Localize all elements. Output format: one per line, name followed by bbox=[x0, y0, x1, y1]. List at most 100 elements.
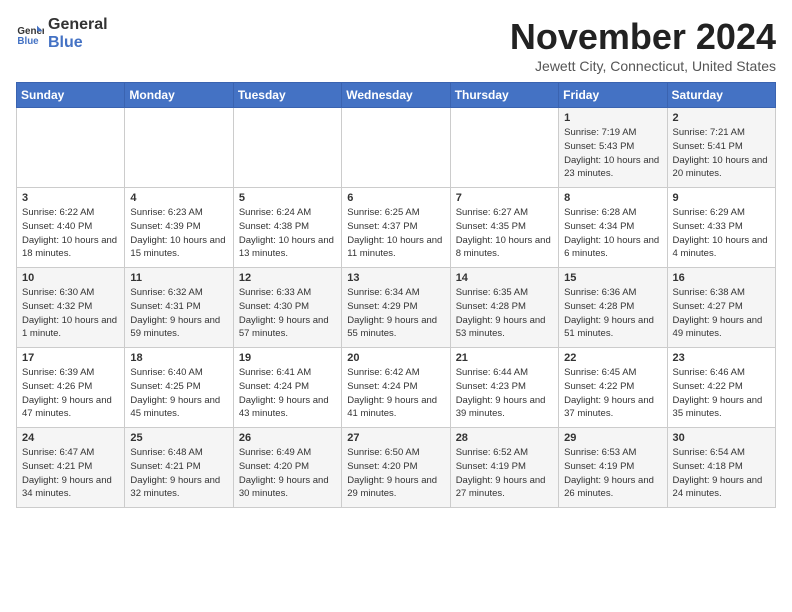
day-number: 25 bbox=[130, 432, 227, 444]
calendar-cell: 18 Sunrise: 6:40 AM Sunset: 4:25 PM Dayli… bbox=[125, 348, 233, 428]
day-number: 3 bbox=[22, 192, 119, 204]
calendar-cell: 7Sunrise: 6:27 AM Sunset: 4:35 PM Daylig… bbox=[450, 188, 558, 268]
day-info: Sunrise: 6:38 AM Sunset: 4:27 PM Dayligh… bbox=[673, 286, 770, 341]
day-info: Sunrise: 6:50 AM Sunset: 4:20 PM Dayligh… bbox=[347, 446, 444, 501]
page-header: General Blue General Blue November 2024 … bbox=[16, 16, 776, 74]
calendar-cell: 19 Sunrise: 6:41 AM Sunset: 4:24 PM Dayli… bbox=[233, 348, 341, 428]
day-info: Sunrise: 6:27 AM Sunset: 4:35 PM Dayligh… bbox=[456, 206, 553, 261]
calendar-week-4: 17 Sunrise: 6:39 AM Sunset: 4:26 PM Dayli… bbox=[17, 348, 776, 428]
day-number: 11 bbox=[130, 272, 227, 284]
calendar-cell: 4 Sunrise: 6:23 AM Sunset: 4:39 PM Daylig… bbox=[125, 188, 233, 268]
month-title: November 2024 bbox=[510, 16, 776, 58]
day-number: 6 bbox=[347, 192, 444, 204]
day-info: Sunrise: 7:19 AM Sunset: 5:43 PM Dayligh… bbox=[564, 126, 661, 181]
day-info: Sunrise: 6:33 AM Sunset: 4:30 PM Dayligh… bbox=[239, 286, 336, 341]
logo-line1: General bbox=[48, 16, 108, 34]
calendar-cell: 30Sunrise: 6:54 AM Sunset: 4:18 PM Dayli… bbox=[667, 428, 775, 508]
day-number: 21 bbox=[456, 352, 553, 364]
day-number: 1 bbox=[564, 112, 661, 124]
title-block: November 2024 Jewett City, Connecticut, … bbox=[510, 16, 776, 74]
day-number: 17 bbox=[22, 352, 119, 364]
day-number: 23 bbox=[673, 352, 770, 364]
calendar-body: 1 Sunrise: 7:19 AM Sunset: 5:43 PM Daylig… bbox=[17, 108, 776, 508]
day-number: 20 bbox=[347, 352, 444, 364]
day-info: Sunrise: 6:30 AM Sunset: 4:32 PM Dayligh… bbox=[22, 286, 119, 341]
calendar-cell: 13 Sunrise: 6:34 AM Sunset: 4:29 PM Dayli… bbox=[342, 268, 450, 348]
calendar-cell: 27 Sunrise: 6:50 AM Sunset: 4:20 PM Dayli… bbox=[342, 428, 450, 508]
day-info: Sunrise: 6:45 AM Sunset: 4:22 PM Dayligh… bbox=[564, 366, 661, 421]
calendar-table: SundayMondayTuesdayWednesdayThursdayFrid… bbox=[16, 82, 776, 508]
calendar-cell: 23 Sunrise: 6:46 AM Sunset: 4:22 PM Dayli… bbox=[667, 348, 775, 428]
day-info: Sunrise: 6:44 AM Sunset: 4:23 PM Dayligh… bbox=[456, 366, 553, 421]
day-number: 19 bbox=[239, 352, 336, 364]
calendar-cell bbox=[233, 108, 341, 188]
calendar-header-row: SundayMondayTuesdayWednesdayThursdayFrid… bbox=[17, 83, 776, 108]
day-info: Sunrise: 7:21 AM Sunset: 5:41 PM Dayligh… bbox=[673, 126, 770, 181]
day-number: 13 bbox=[347, 272, 444, 284]
day-header-wednesday: Wednesday bbox=[342, 83, 450, 108]
calendar-week-5: 24Sunrise: 6:47 AM Sunset: 4:21 PM Dayli… bbox=[17, 428, 776, 508]
day-info: Sunrise: 6:32 AM Sunset: 4:31 PM Dayligh… bbox=[130, 286, 227, 341]
day-number: 15 bbox=[564, 272, 661, 284]
location: Jewett City, Connecticut, United States bbox=[510, 58, 776, 74]
calendar-cell: 8Sunrise: 6:28 AM Sunset: 4:34 PM Daylig… bbox=[559, 188, 667, 268]
calendar-week-3: 10 Sunrise: 6:30 AM Sunset: 4:32 PM Dayli… bbox=[17, 268, 776, 348]
calendar-cell: 28 Sunrise: 6:52 AM Sunset: 4:19 PM Dayli… bbox=[450, 428, 558, 508]
calendar-cell bbox=[125, 108, 233, 188]
day-number: 9 bbox=[673, 192, 770, 204]
calendar-cell: 11 Sunrise: 6:32 AM Sunset: 4:31 PM Dayli… bbox=[125, 268, 233, 348]
day-number: 10 bbox=[22, 272, 119, 284]
day-info: Sunrise: 6:48 AM Sunset: 4:21 PM Dayligh… bbox=[130, 446, 227, 501]
day-info: Sunrise: 6:34 AM Sunset: 4:29 PM Dayligh… bbox=[347, 286, 444, 341]
calendar-cell: 26 Sunrise: 6:49 AM Sunset: 4:20 PM Dayli… bbox=[233, 428, 341, 508]
day-info: Sunrise: 6:28 AM Sunset: 4:34 PM Dayligh… bbox=[564, 206, 661, 261]
day-header-thursday: Thursday bbox=[450, 83, 558, 108]
day-number: 24 bbox=[22, 432, 119, 444]
calendar-cell: 21 Sunrise: 6:44 AM Sunset: 4:23 PM Dayli… bbox=[450, 348, 558, 428]
day-info: Sunrise: 6:40 AM Sunset: 4:25 PM Dayligh… bbox=[130, 366, 227, 421]
day-info: Sunrise: 6:36 AM Sunset: 4:28 PM Dayligh… bbox=[564, 286, 661, 341]
calendar-cell: 25 Sunrise: 6:48 AM Sunset: 4:21 PM Dayli… bbox=[125, 428, 233, 508]
day-number: 16 bbox=[673, 272, 770, 284]
day-info: Sunrise: 6:41 AM Sunset: 4:24 PM Dayligh… bbox=[239, 366, 336, 421]
day-number: 12 bbox=[239, 272, 336, 284]
calendar-cell: 29 Sunrise: 6:53 AM Sunset: 4:19 PM Dayli… bbox=[559, 428, 667, 508]
calendar-week-1: 1 Sunrise: 7:19 AM Sunset: 5:43 PM Daylig… bbox=[17, 108, 776, 188]
day-number: 5 bbox=[239, 192, 336, 204]
calendar-cell: 12 Sunrise: 6:33 AM Sunset: 4:30 PM Dayli… bbox=[233, 268, 341, 348]
day-info: Sunrise: 6:35 AM Sunset: 4:28 PM Dayligh… bbox=[456, 286, 553, 341]
day-info: Sunrise: 6:53 AM Sunset: 4:19 PM Dayligh… bbox=[564, 446, 661, 501]
day-info: Sunrise: 6:49 AM Sunset: 4:20 PM Dayligh… bbox=[239, 446, 336, 501]
day-info: Sunrise: 6:23 AM Sunset: 4:39 PM Dayligh… bbox=[130, 206, 227, 261]
day-number: 4 bbox=[130, 192, 227, 204]
svg-text:Blue: Blue bbox=[17, 35, 39, 46]
day-info: Sunrise: 6:29 AM Sunset: 4:33 PM Dayligh… bbox=[673, 206, 770, 261]
day-info: Sunrise: 6:39 AM Sunset: 4:26 PM Dayligh… bbox=[22, 366, 119, 421]
day-number: 29 bbox=[564, 432, 661, 444]
day-info: Sunrise: 6:52 AM Sunset: 4:19 PM Dayligh… bbox=[456, 446, 553, 501]
day-info: Sunrise: 6:22 AM Sunset: 4:40 PM Dayligh… bbox=[22, 206, 119, 261]
day-number: 30 bbox=[673, 432, 770, 444]
calendar-cell: 16 Sunrise: 6:38 AM Sunset: 4:27 PM Dayli… bbox=[667, 268, 775, 348]
calendar-cell: 14 Sunrise: 6:35 AM Sunset: 4:28 PM Dayli… bbox=[450, 268, 558, 348]
day-number: 2 bbox=[673, 112, 770, 124]
day-info: Sunrise: 6:42 AM Sunset: 4:24 PM Dayligh… bbox=[347, 366, 444, 421]
day-info: Sunrise: 6:46 AM Sunset: 4:22 PM Dayligh… bbox=[673, 366, 770, 421]
calendar-cell: 15 Sunrise: 6:36 AM Sunset: 4:28 PM Dayli… bbox=[559, 268, 667, 348]
day-number: 22 bbox=[564, 352, 661, 364]
calendar-cell: 10 Sunrise: 6:30 AM Sunset: 4:32 PM Dayli… bbox=[17, 268, 125, 348]
logo: General Blue General Blue bbox=[16, 16, 108, 51]
day-header-sunday: Sunday bbox=[17, 83, 125, 108]
calendar-cell: 22 Sunrise: 6:45 AM Sunset: 4:22 PM Dayli… bbox=[559, 348, 667, 428]
day-number: 28 bbox=[456, 432, 553, 444]
calendar-cell: 5Sunrise: 6:24 AM Sunset: 4:38 PM Daylig… bbox=[233, 188, 341, 268]
calendar-cell bbox=[342, 108, 450, 188]
day-header-tuesday: Tuesday bbox=[233, 83, 341, 108]
day-number: 14 bbox=[456, 272, 553, 284]
calendar-cell: 1 Sunrise: 7:19 AM Sunset: 5:43 PM Daylig… bbox=[559, 108, 667, 188]
day-number: 27 bbox=[347, 432, 444, 444]
calendar-cell: 24Sunrise: 6:47 AM Sunset: 4:21 PM Dayli… bbox=[17, 428, 125, 508]
day-number: 18 bbox=[130, 352, 227, 364]
day-number: 26 bbox=[239, 432, 336, 444]
calendar-cell: 20 Sunrise: 6:42 AM Sunset: 4:24 PM Dayli… bbox=[342, 348, 450, 428]
